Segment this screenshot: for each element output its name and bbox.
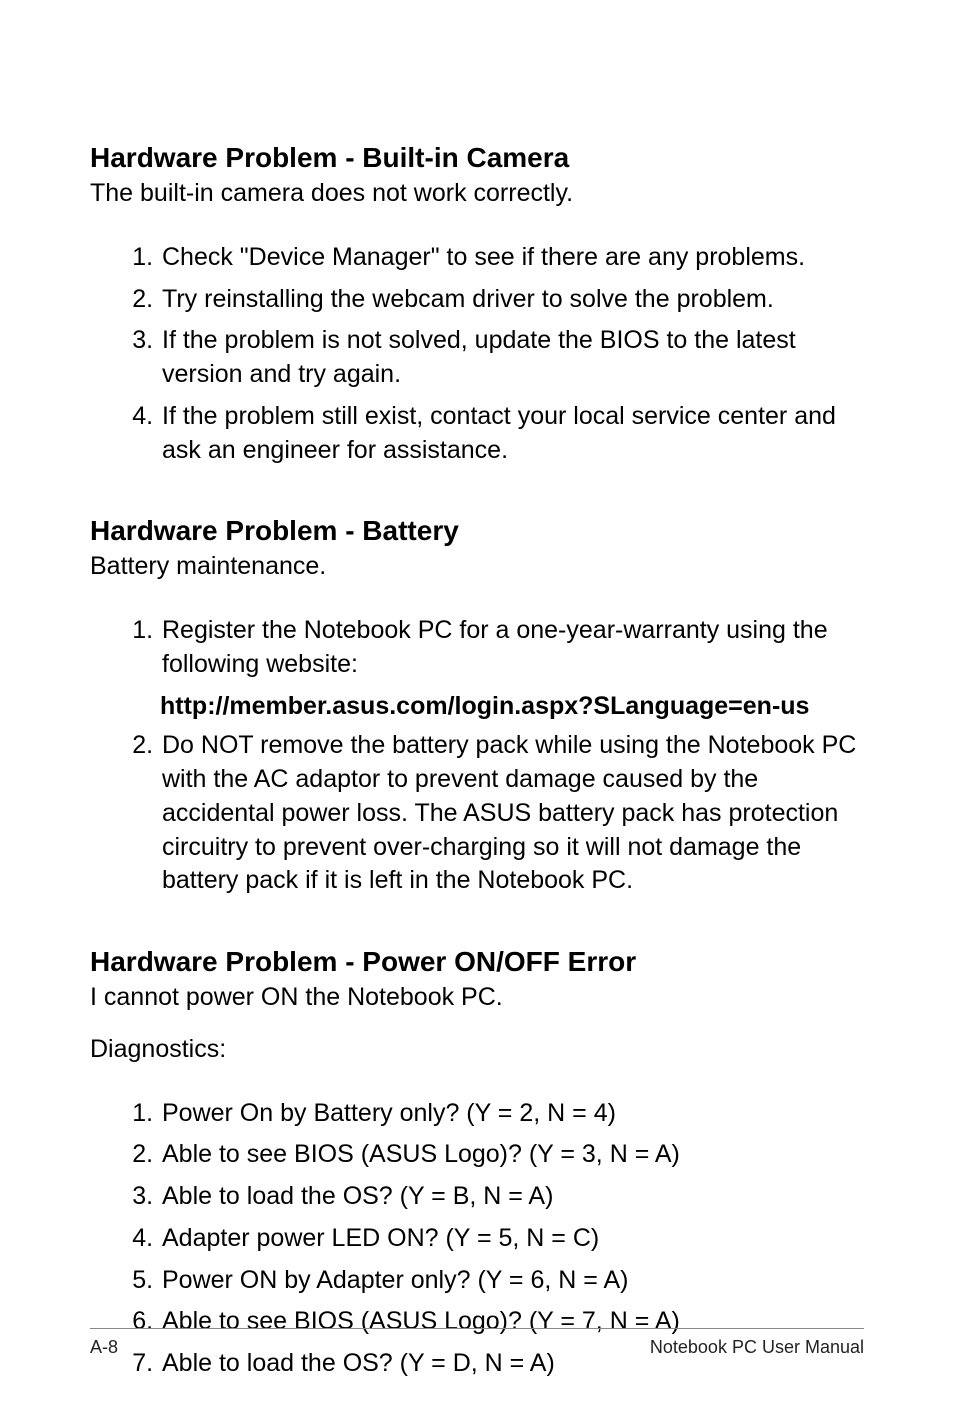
heading-battery: Hardware Problem - Battery (90, 513, 864, 548)
list-item: Power On by Battery only? (Y = 2, N = 4) (160, 1097, 864, 1131)
subintro-power: Diagnostics: (90, 1033, 864, 1067)
intro-battery: Battery maintenance. (90, 550, 864, 584)
list-item: If the problem still exist, contact your… (160, 400, 864, 468)
footer-page-number: A-8 (90, 1337, 118, 1358)
list-battery: Register the Notebook PC for a one-year-… (90, 614, 864, 682)
intro-power: I cannot power ON the Notebook PC. (90, 981, 864, 1015)
intro-camera: The built-in camera does not work correc… (90, 177, 864, 211)
list-camera: Check "Device Manager" to see if there a… (90, 241, 864, 468)
list-item: Try reinstalling the webcam driver to so… (160, 283, 864, 317)
list-item: Check "Device Manager" to see if there a… (160, 241, 864, 275)
section-power: Hardware Problem - Power ON/OFF Error I … (90, 944, 864, 1381)
list-item: Register the Notebook PC for a one-year-… (160, 614, 864, 682)
list-item: Power ON by Adapter only? (Y = 6, N = A) (160, 1264, 864, 1298)
list-battery-cont: Do NOT remove the battery pack while usi… (90, 729, 864, 898)
list-item: Do NOT remove the battery pack while usi… (160, 729, 864, 898)
heading-camera: Hardware Problem - Built-in Camera (90, 140, 864, 175)
section-camera: Hardware Problem - Built-in Camera The b… (90, 140, 864, 467)
list-item: Able to see BIOS (ASUS Logo)? (Y = 3, N … (160, 1138, 864, 1172)
heading-power: Hardware Problem - Power ON/OFF Error (90, 944, 864, 979)
list-item: Able to load the OS? (Y = B, N = A) (160, 1180, 864, 1214)
list-item: If the problem is not solved, update the… (160, 324, 864, 392)
battery-url-bold: http://member.asus.com/login.aspx?SLangu… (160, 690, 864, 724)
footer-manual-title: Notebook PC User Manual (650, 1337, 864, 1358)
page: Hardware Problem - Built-in Camera The b… (0, 0, 954, 1418)
section-battery: Hardware Problem - Battery Battery maint… (90, 513, 864, 898)
page-footer: A-8 Notebook PC User Manual (90, 1328, 864, 1358)
list-item: Adapter power LED ON? (Y = 5, N = C) (160, 1222, 864, 1256)
